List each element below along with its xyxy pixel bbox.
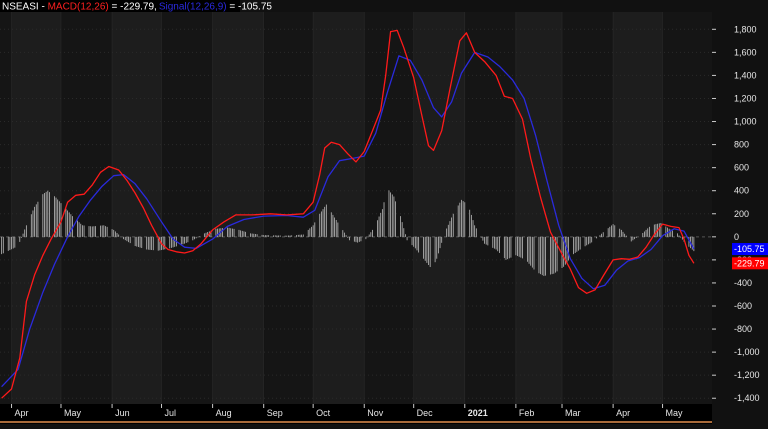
x-tick-label: Nov — [367, 408, 384, 418]
y-tick-label: -600 — [734, 301, 752, 311]
y-tick-label: 200 — [734, 209, 749, 219]
y-tick-label: 400 — [734, 186, 749, 196]
header-macd-value: = -229.79, — [109, 2, 157, 13]
y-tick-label: -1,000 — [734, 347, 760, 357]
month-band — [613, 12, 663, 404]
macd-value-text: -229.79 — [734, 258, 765, 268]
x-tick-label: Aug — [216, 408, 232, 418]
month-band — [413, 12, 465, 404]
month-band — [161, 12, 213, 404]
x-tick-label: Apr — [15, 408, 29, 418]
month-band — [212, 12, 264, 404]
month-band — [464, 12, 516, 404]
signal-value-text: -105.75 — [734, 244, 765, 254]
x-tick-label: Jul — [165, 408, 177, 418]
x-tick-label: Oct — [316, 408, 331, 418]
y-tick-label: 1,000 — [734, 117, 757, 127]
y-tick-label: 1,200 — [734, 93, 757, 103]
x-axis: Apr May Jun Jul Aug Sep Oct Nov Dec 2021 Feb Mar Apr… — [0, 404, 712, 424]
header-text: NSEASI - MACD(12,26) = -229.79, Signal(12… — [2, 2, 272, 13]
month-band — [0, 12, 12, 404]
x-tick-label: Feb — [519, 408, 535, 418]
y-tick-label: -800 — [734, 324, 752, 334]
x-tick-label: Dec — [417, 408, 434, 418]
header-signal-label: Signal(12,26,9) — [159, 2, 227, 13]
x-tick-label: Jun — [115, 408, 130, 418]
x-tick-label: May — [64, 408, 82, 418]
y-tick-label: 600 — [734, 163, 749, 173]
x-tick-label: Sep — [267, 408, 283, 418]
month-band — [60, 12, 113, 404]
y-tick-label: 1,400 — [734, 70, 757, 80]
header-macd-label: MACD(12,26) — [48, 2, 109, 13]
y-tick-label: -400 — [734, 278, 752, 288]
header-separator: - — [39, 2, 48, 13]
chart-header: NSEASI - MACD(12,26) = -229.79, Signal(12… — [0, 0, 272, 13]
y-tick-label: -1,400 — [734, 393, 760, 403]
x-tick-label: Apr — [616, 408, 630, 418]
y-tick-label: -1,200 — [734, 370, 760, 380]
y-tick-label: 800 — [734, 140, 749, 150]
macd-chart: -1,400-1,200-1,000-800-600-400-200020040… — [0, 0, 768, 424]
month-band — [313, 12, 365, 404]
y-tick-label: 1,600 — [734, 47, 757, 57]
y-axis: -1,400-1,200-1,000-800-600-400-200020040… — [712, 12, 768, 424]
month-band — [662, 12, 712, 404]
month-band — [515, 12, 563, 404]
y-tick-label: 1,800 — [734, 24, 757, 34]
month-band — [562, 12, 614, 404]
x-tick-label: May — [666, 408, 684, 418]
header-signal-value: = -105.75 — [227, 2, 273, 13]
chart-canvas: -1,400-1,200-1,000-800-600-400-200020040… — [0, 0, 768, 424]
header-symbol: NSEASI — [2, 2, 39, 13]
x-tick-label: Mar — [565, 408, 581, 418]
x-tick-label: 2021 — [468, 408, 488, 418]
month-band — [112, 12, 162, 404]
month-band — [263, 12, 314, 404]
y-tick-label: 0 — [734, 232, 739, 242]
